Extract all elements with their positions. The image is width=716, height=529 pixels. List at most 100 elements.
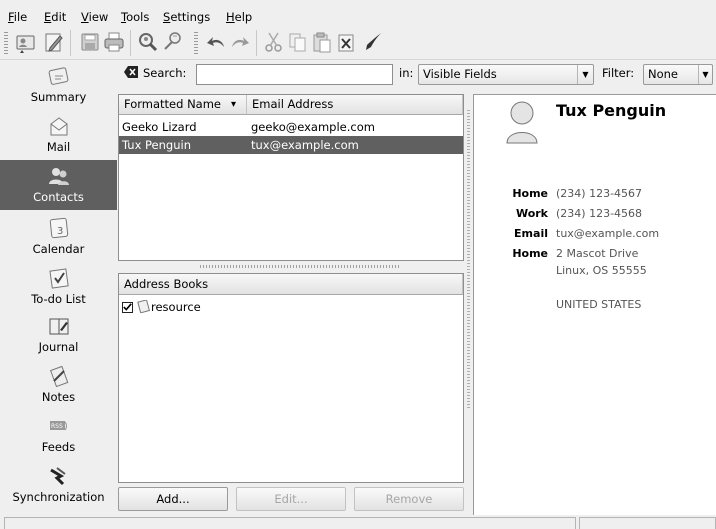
contact-email: geeko@example.com	[251, 120, 375, 134]
mail-icon	[47, 114, 71, 138]
remove-button-label: Remove	[385, 492, 433, 506]
address-book-icon	[137, 299, 150, 314]
sidebar-item-label: Feeds	[41, 440, 76, 454]
contact-name: Geeko Lizard	[122, 120, 197, 134]
toolbar	[0, 24, 716, 60]
save-icon[interactable]	[78, 30, 102, 54]
field-label-email: Email	[514, 227, 548, 240]
field-value-work-phone[interactable]: (234) 123-4568	[556, 207, 642, 220]
menu-help[interactable]: Help	[226, 10, 252, 24]
chevron-down-icon: ▼	[698, 65, 712, 84]
print-icon[interactable]	[102, 30, 126, 54]
sidebar-item-sync[interactable]: Synchronization	[0, 464, 117, 510]
avatar	[504, 99, 540, 145]
clear-search-icon[interactable]	[124, 66, 138, 78]
sidebar-item-label: Mail	[46, 140, 71, 154]
column-header-label: Address Books	[124, 277, 209, 291]
notes-icon	[47, 364, 71, 388]
sidebar-item-feeds[interactable]: RSS Feeds	[0, 414, 117, 460]
filter-value: None	[648, 67, 679, 81]
menu-view[interactable]: View	[81, 10, 108, 24]
field-value-home-phone[interactable]: (234) 123-4567	[556, 187, 642, 200]
jump-icon[interactable]	[362, 30, 386, 54]
contacts-icon	[47, 164, 71, 188]
field-value-country: UNITED STATES	[556, 298, 642, 311]
copy-icon[interactable]	[286, 30, 310, 54]
toolbar-grip-2[interactable]	[194, 32, 198, 56]
toolbar-grip[interactable]	[4, 32, 8, 56]
menu-edit[interactable]: Edit	[44, 10, 66, 24]
column-header-email[interactable]: Email Address	[247, 95, 463, 115]
calendar-icon: 3	[47, 216, 71, 240]
search-in-label: in:	[399, 66, 414, 80]
vertical-splitter[interactable]	[467, 110, 470, 410]
todo-icon	[47, 266, 71, 290]
column-header-name[interactable]: Formatted Name ▾	[119, 95, 247, 115]
table-row[interactable]: Geeko Lizard geeko@example.com	[119, 118, 463, 136]
address-books-header[interactable]: Address Books	[119, 274, 463, 295]
search-bar: Search: in: Visible Fields ▼ Filter: Non…	[118, 62, 716, 88]
sidebar-item-mail[interactable]: Mail	[0, 114, 117, 160]
search-label: Search:	[143, 66, 187, 80]
journal-icon	[47, 314, 71, 338]
new-contact-icon[interactable]	[14, 30, 38, 54]
contact-name: Tux Penguin	[122, 138, 191, 152]
sidebar-item-contacts[interactable]: Contacts	[0, 160, 117, 210]
sidebar-item-journal[interactable]: Journal	[0, 314, 117, 360]
contact-email: tux@example.com	[251, 138, 359, 152]
field-value-address-line1: 2 Mascot Drive	[556, 247, 639, 260]
contact-full-name: Tux Penguin	[556, 101, 667, 120]
summary-icon	[47, 64, 71, 88]
sidebar-item-label: Synchronization	[12, 490, 105, 504]
lookup-icon[interactable]	[160, 30, 184, 54]
edit-button-label: Edit...	[274, 492, 308, 506]
table-row[interactable]: Tux Penguin tux@example.com	[119, 136, 463, 154]
menu-tools[interactable]: Tools	[121, 10, 149, 24]
redo-icon[interactable]	[228, 30, 252, 54]
rss-icon: RSS	[47, 414, 71, 438]
status-pane-secondary	[579, 517, 716, 529]
edit-contact-icon[interactable]	[42, 30, 66, 54]
cut-icon[interactable]	[262, 30, 286, 54]
sidebar-item-label: Calendar	[32, 242, 85, 256]
status-pane-main	[4, 517, 576, 529]
add-button[interactable]: Add...	[118, 487, 228, 511]
pane-splitter[interactable]	[200, 265, 400, 268]
svg-text:3: 3	[57, 226, 63, 237]
field-label-home-phone: Home	[512, 187, 548, 200]
field-value-email[interactable]: tux@example.com	[556, 227, 659, 240]
search-field-select[interactable]: Visible Fields ▼	[418, 64, 594, 85]
sidebar-item-label: Notes	[41, 390, 76, 404]
checkbox[interactable]	[122, 302, 133, 313]
sidebar-item-todo[interactable]: To-do List	[0, 266, 117, 312]
undo-icon[interactable]	[204, 30, 228, 54]
sidebar-item-label: Summary	[30, 90, 87, 104]
edit-button[interactable]: Edit...	[236, 487, 346, 511]
sidebar-item-label: To-do List	[31, 292, 86, 306]
sidebar-item-calendar[interactable]: 3 Calendar	[0, 216, 117, 262]
filter-select[interactable]: None ▼	[643, 64, 713, 85]
delete-icon[interactable]	[334, 30, 358, 54]
menu-file[interactable]: File	[8, 10, 27, 24]
svg-text:RSS: RSS	[51, 423, 63, 430]
status-bar	[0, 515, 716, 529]
sync-icon	[47, 464, 71, 488]
column-header-label: Email Address	[252, 97, 334, 111]
sidebar: Summary Mail Contacts 3 Calendar To-do L…	[0, 62, 117, 515]
menu-settings[interactable]: Settings	[163, 10, 210, 24]
sidebar-item-label: Journal	[38, 340, 79, 354]
search-input[interactable]	[196, 64, 393, 85]
search-people-icon[interactable]	[136, 30, 160, 54]
contact-detail: Tux Penguin Home (234) 123-4567 Work (23…	[473, 94, 716, 515]
field-label-work-phone: Work	[515, 207, 548, 220]
sidebar-item-notes[interactable]: Notes	[0, 364, 117, 410]
sidebar-item-label: Contacts	[33, 190, 84, 204]
filter-label: Filter:	[602, 66, 635, 80]
sort-down-icon: ▾	[231, 99, 237, 110]
remove-button[interactable]: Remove	[354, 487, 464, 511]
field-value-address-line2: Linux, OS 55555	[556, 264, 647, 277]
contact-list: Formatted Name ▾ Email Address Geeko Liz…	[118, 94, 464, 261]
sidebar-item-summary[interactable]: Summary	[0, 64, 117, 110]
paste-icon[interactable]	[310, 30, 334, 54]
address-book-label: resource	[151, 300, 201, 314]
